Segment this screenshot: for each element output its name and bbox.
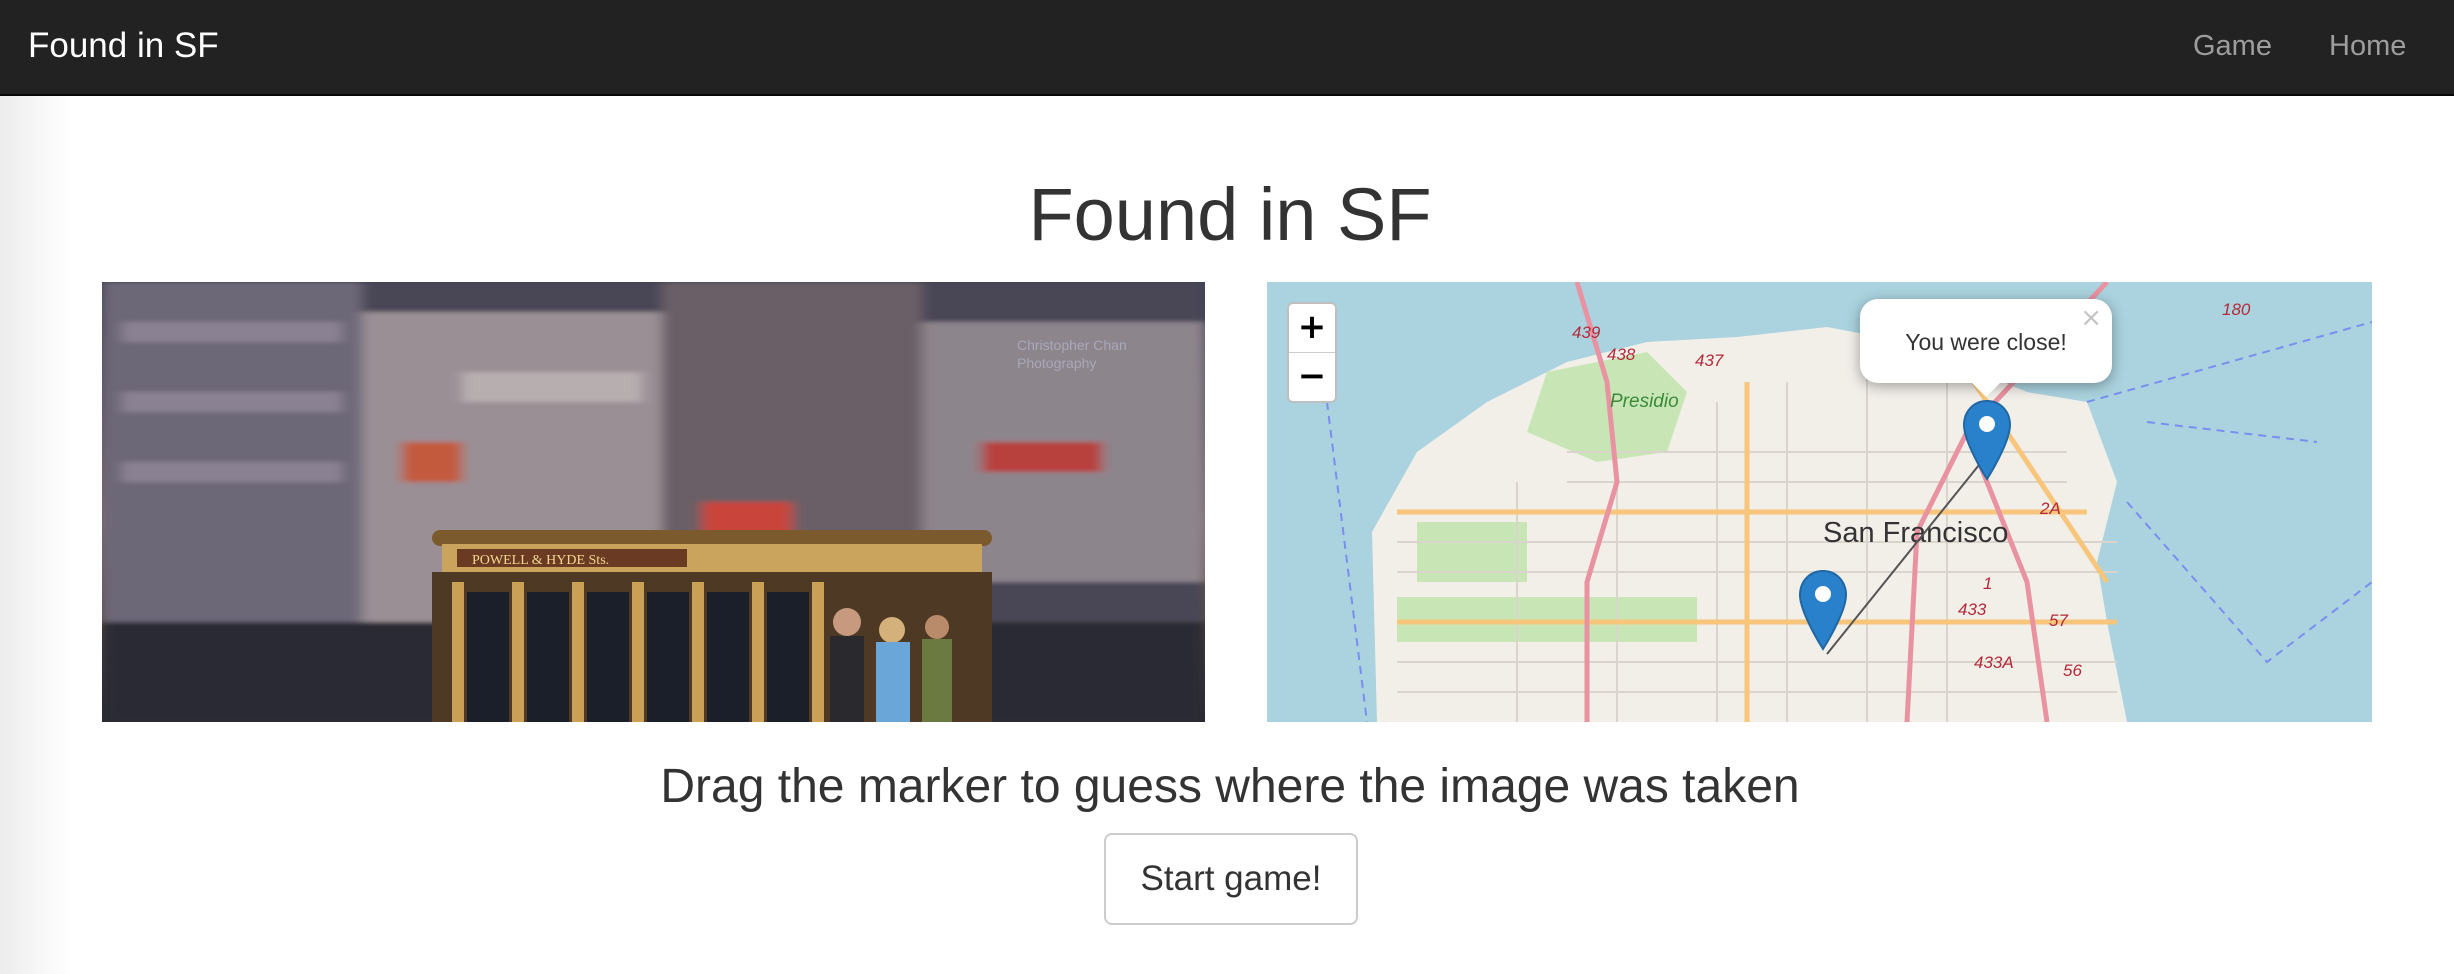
guess-map[interactable]: 439 438 437 180 2A 1 433 57 433A 56 Pres… [1267, 282, 2372, 722]
road-shield: 2A [2039, 499, 2061, 518]
brand-link[interactable]: Found in SF [28, 0, 219, 92]
road-shield: 1 [1983, 574, 1992, 593]
road-shield: 180 [2222, 300, 2251, 319]
zoom-out-button[interactable]: − [1289, 353, 1335, 401]
road-shield: 438 [1607, 345, 1636, 364]
map-tiles: 439 438 437 180 2A 1 433 57 433A 56 Pres… [1326, 282, 2372, 722]
nav-link-home[interactable]: Home [2329, 0, 2406, 92]
nav-link-game[interactable]: Game [2193, 0, 2272, 92]
map-park-label: Presidio [1610, 391, 1679, 412]
top-navbar: Found in SF Game Home [0, 0, 2454, 96]
watermark-line-2: Photography [1017, 355, 1096, 371]
popup-tip [1970, 381, 2002, 397]
instruction-text: Drag the marker to guess where the image… [660, 760, 1800, 813]
result-popup: You were close! × [1860, 299, 2112, 397]
start-game-button[interactable]: Start game! [1104, 833, 1358, 925]
road-shield: 433A [1974, 653, 2014, 672]
road-shield: 439 [1572, 323, 1601, 342]
zoom-control: + − [1287, 302, 1337, 403]
road-shield: 56 [2063, 661, 2082, 680]
road-shield: 57 [2049, 611, 2068, 630]
zoom-in-button[interactable]: + [1289, 304, 1335, 353]
watermark-line-1: Christopher Chan [1017, 337, 1127, 353]
road-shield: 437 [1695, 351, 1724, 370]
cable-car-sign: POWELL & HYDE Sts. [472, 553, 609, 568]
popup-close-icon[interactable]: × [2080, 305, 2102, 331]
page-title: Found in SF [1028, 173, 1432, 256]
road-shield: 433 [1958, 600, 1987, 619]
popup-message: You were close! [1905, 329, 2067, 355]
location-photo: POWELL & HYDE Sts. Christopher Chan Phot… [102, 282, 1205, 722]
